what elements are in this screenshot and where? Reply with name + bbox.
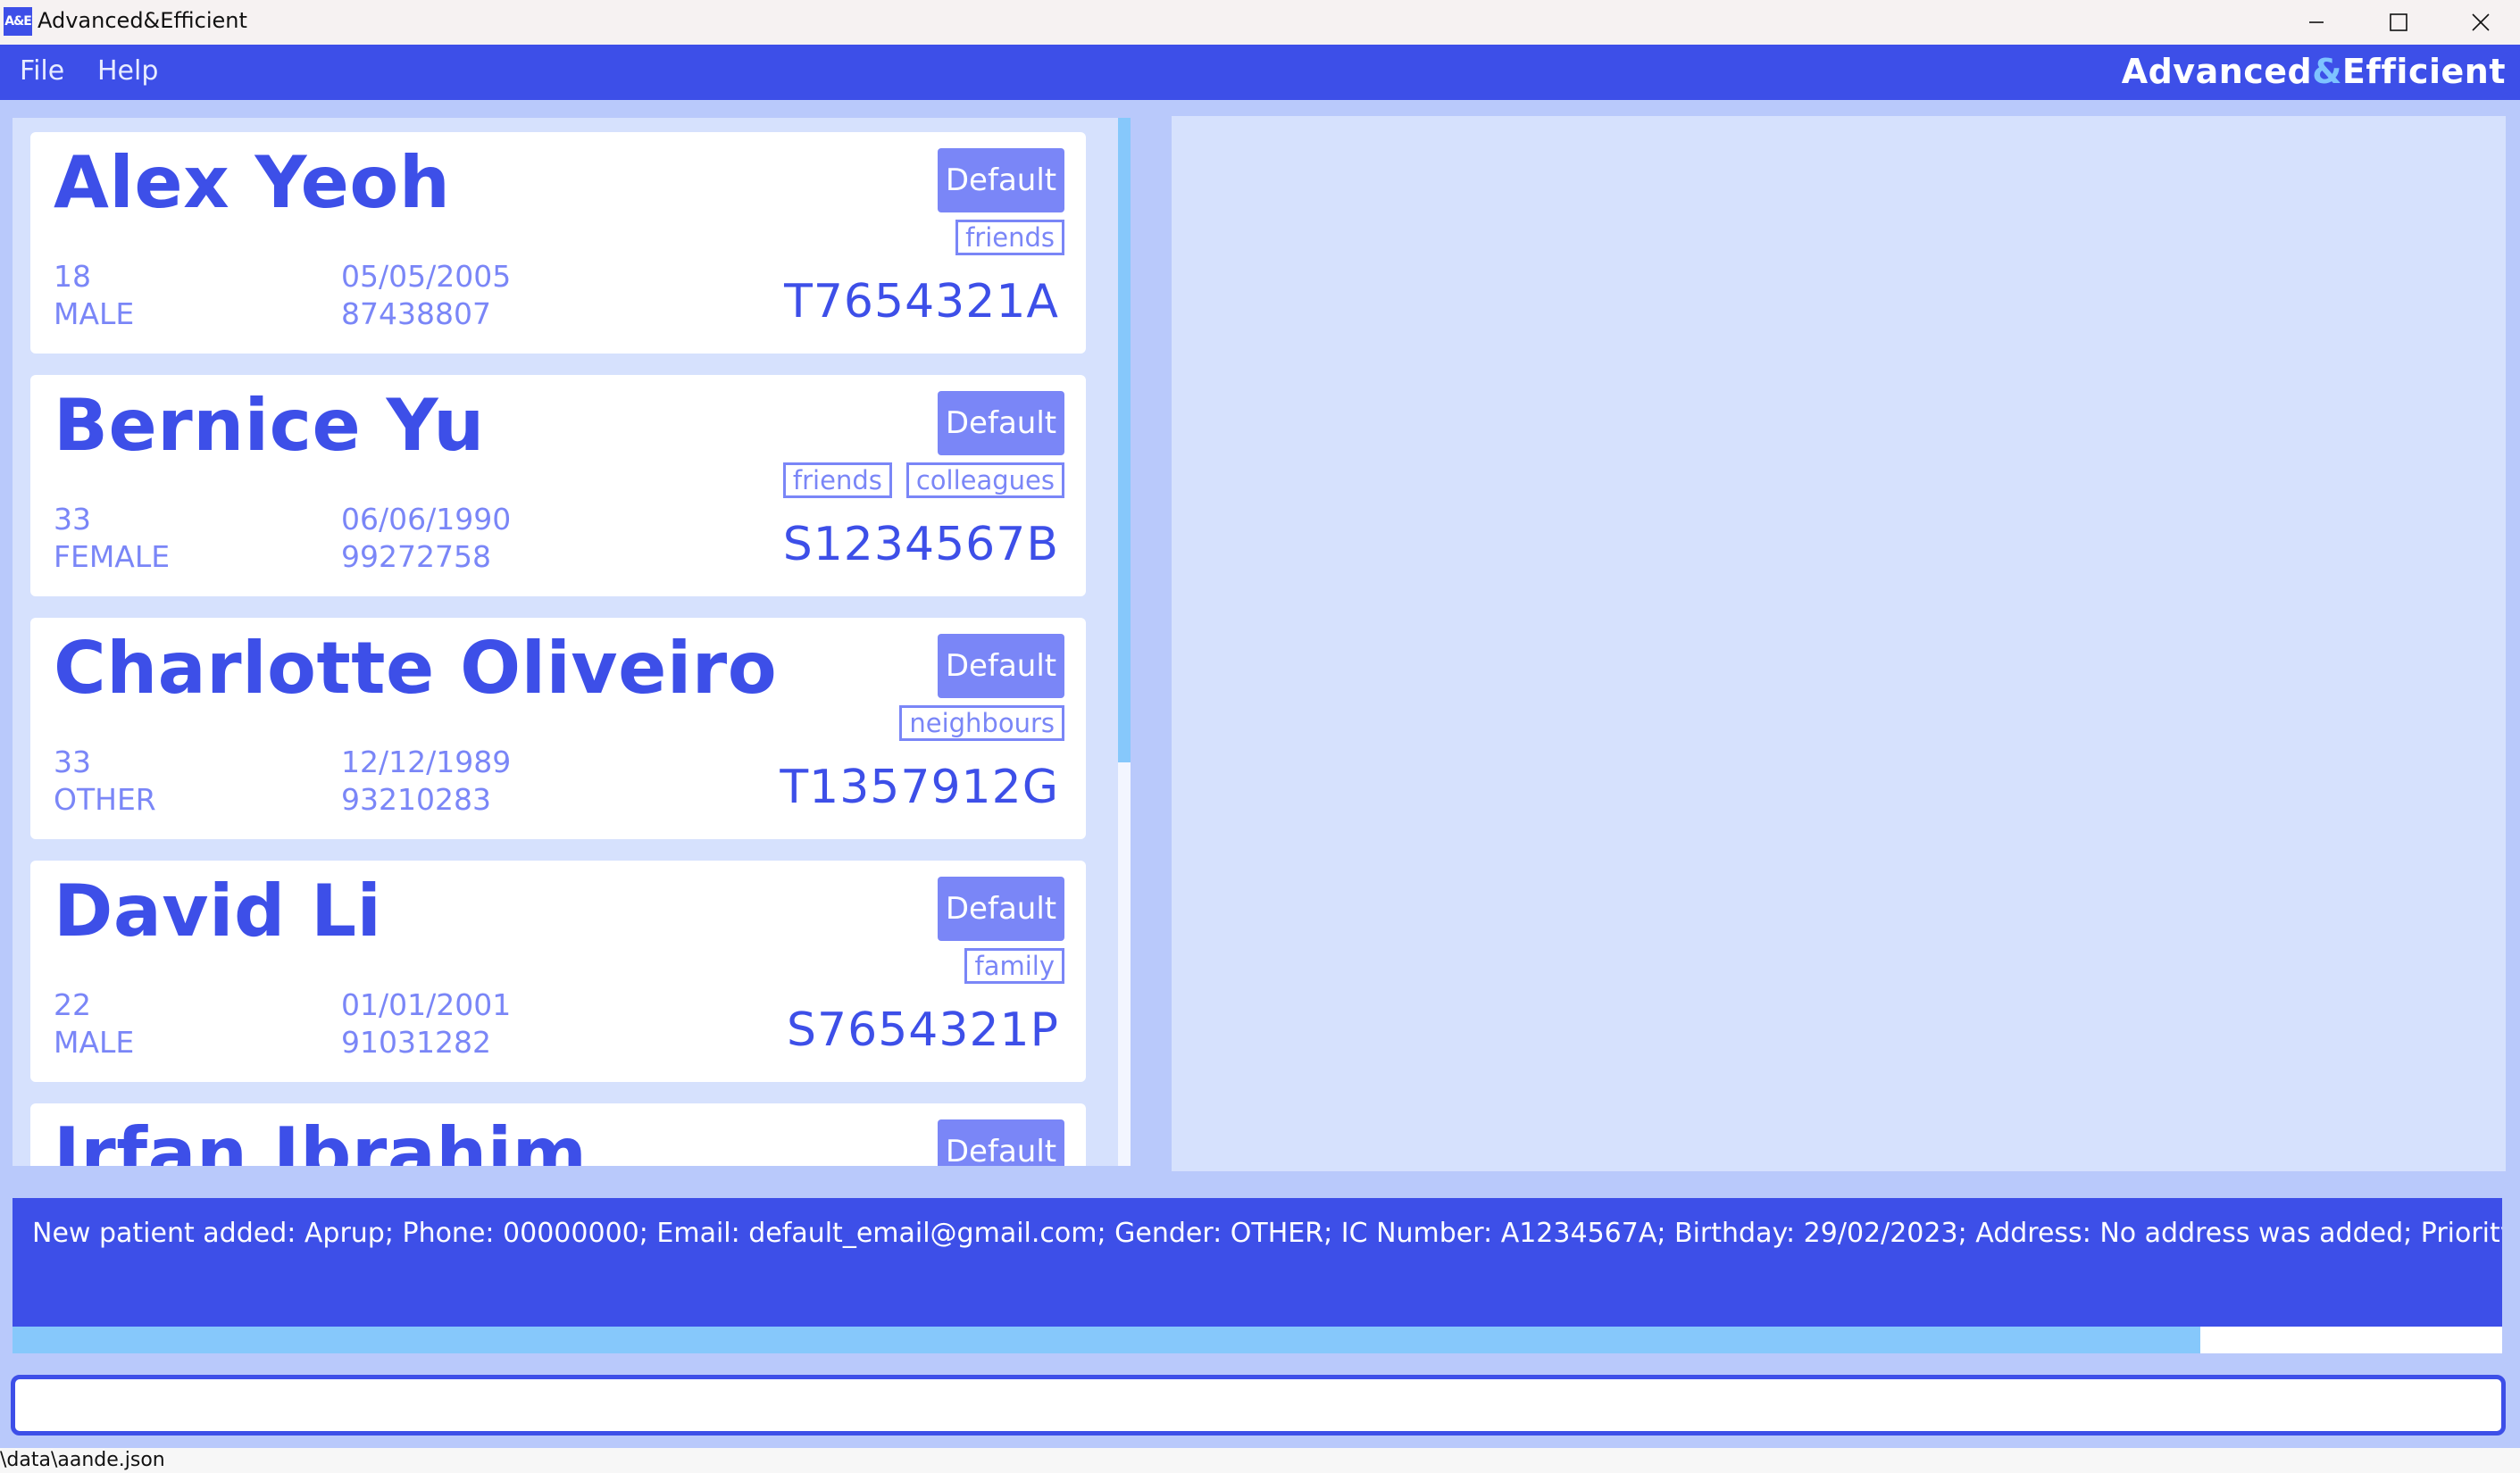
priority-badge: Default (938, 877, 1064, 941)
patient-phone: 91031282 (341, 1025, 491, 1060)
tag-list: family (964, 948, 1064, 984)
tag: family (964, 948, 1064, 984)
brand-logo: Advanced&Efficient (2121, 52, 2506, 91)
tag-list: friends (955, 220, 1064, 255)
patient-age: 33 (54, 745, 91, 779)
tag-list: friends colleagues (782, 462, 1064, 498)
patient-birthday: 05/05/2005 (341, 259, 512, 294)
patient-age: 33 (54, 502, 91, 537)
command-input[interactable] (15, 1379, 2501, 1431)
patient-name: Bernice Yu (54, 384, 485, 467)
tag: neighbours (899, 705, 1064, 741)
patient-name: Alex Yeoh (54, 141, 451, 224)
patient-phone: 87438807 (341, 296, 491, 331)
close-icon (2472, 13, 2490, 31)
patient-card[interactable]: Alex Yeoh Default friends 18 MALE 05/05/… (30, 132, 1086, 354)
tag: friends (955, 220, 1064, 255)
close-button[interactable] (2440, 0, 2520, 45)
maximize-button[interactable] (2357, 0, 2440, 45)
app-icon: A&E (4, 7, 32, 36)
title-bar: A&E Advanced&Efficient (0, 0, 2520, 45)
patient-name: Irfan Ibrahim (54, 1112, 588, 1166)
minimize-icon (2309, 21, 2324, 23)
patient-phone: 93210283 (341, 782, 491, 817)
patient-gender: OTHER (54, 782, 156, 817)
patient-card[interactable]: Bernice Yu Default friends colleagues 33… (30, 375, 1086, 596)
patient-ic-number: S1234567B (782, 518, 1059, 571)
result-display: New patient added: Aprup; Phone: 0000000… (13, 1198, 2502, 1327)
tag: friends (782, 462, 892, 498)
scrollbar-thumb[interactable] (13, 1327, 2200, 1353)
priority-badge: Default (938, 634, 1064, 698)
patient-birthday: 01/01/2001 (341, 987, 512, 1022)
patient-gender: MALE (54, 296, 135, 331)
tag-list: neighbours (899, 705, 1064, 741)
patient-name: Charlotte Oliveiro (54, 627, 778, 710)
menu-help[interactable]: Help (97, 55, 158, 87)
patient-ic-number: T1357912G (780, 761, 1059, 814)
patient-details-panel (1172, 116, 2506, 1171)
patient-ic-number: S7654321P (787, 1003, 1059, 1057)
menu-file[interactable]: File (20, 55, 64, 87)
patient-gender: FEMALE (54, 539, 171, 574)
minimize-button[interactable] (2275, 0, 2357, 45)
patient-list-scrollbar[interactable] (1118, 118, 1131, 1166)
maximize-icon (2390, 13, 2407, 31)
patient-birthday: 12/12/1989 (341, 745, 512, 779)
patient-card[interactable]: Charlotte Oliveiro Default neighbours 33… (30, 618, 1086, 839)
priority-badge: Default (938, 1119, 1064, 1166)
status-bar: \data\aande.json (0, 1448, 2520, 1473)
command-box[interactable] (11, 1375, 2506, 1436)
patient-ic-number: T7654321A (784, 275, 1059, 329)
priority-badge: Default (938, 148, 1064, 212)
patient-age: 18 (54, 259, 91, 294)
result-horizontal-scrollbar[interactable] (13, 1327, 2502, 1353)
window-title: Advanced&Efficient (38, 8, 247, 33)
result-message: New patient added: Aprup; Phone: 0000000… (32, 1218, 2502, 1249)
patient-list-panel: Alex Yeoh Default friends 18 MALE 05/05/… (13, 118, 1131, 1166)
patient-name: David Li (54, 870, 382, 953)
priority-badge: Default (938, 391, 1064, 455)
patient-card[interactable]: David Li Default family 22 MALE 01/01/20… (30, 861, 1086, 1082)
patient-card[interactable]: Irfan Ibrahim Default (30, 1103, 1086, 1166)
patient-gender: MALE (54, 1025, 135, 1060)
menu-bar: File Help Advanced&Efficient (0, 45, 2520, 100)
patient-phone: 99272758 (341, 539, 491, 574)
save-file-path: \data\aande.json (0, 1449, 165, 1471)
scrollbar-thumb[interactable] (1118, 118, 1131, 762)
patient-age: 22 (54, 987, 91, 1022)
tag: colleagues (905, 462, 1064, 498)
patient-birthday: 06/06/1990 (341, 502, 512, 537)
